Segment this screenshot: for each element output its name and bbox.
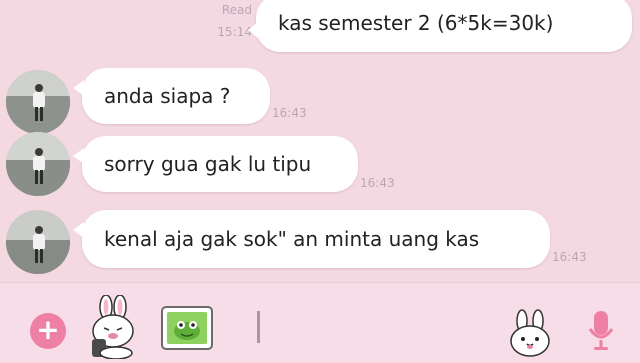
bunny-face-icon[interactable]: [508, 309, 552, 357]
avatar[interactable]: [6, 210, 70, 274]
photo-icon[interactable]: [160, 305, 214, 351]
message-text: anda siapa ?: [104, 84, 231, 108]
message-input[interactable]: [254, 305, 502, 349]
outgoing-message-bubble[interactable]: kas semester 2 (6*5k=30k): [248, 0, 632, 52]
incoming-message-bubble[interactable]: anda siapa ?: [73, 68, 270, 124]
message-text: kenal aja gak sok" an minta uang kas: [104, 227, 480, 251]
message-text: sorry gua gak lu tipu: [104, 152, 312, 176]
chat-area[interactable]: Read 15:14 kas semester 2 (6*5k=30k) and…: [0, 0, 640, 282]
message-text: kas semester 2 (6*5k=30k): [278, 11, 554, 35]
message-time: 16:43: [552, 250, 587, 264]
text-cursor: [257, 311, 260, 343]
avatar-photo: [6, 70, 70, 134]
avatar-photo: [6, 210, 70, 274]
read-receipt: Read: [221, 3, 252, 17]
plus-icon[interactable]: +: [30, 313, 66, 349]
bunny-sticker-icon[interactable]: [86, 294, 142, 360]
message-input-bar: +: [0, 282, 640, 361]
microphone-icon[interactable]: [586, 309, 616, 353]
avatar[interactable]: [6, 70, 70, 134]
avatar-photo: [6, 132, 70, 196]
outgoing-meta: Read 15:14: [208, 2, 252, 40]
message-time: 15:14: [217, 25, 252, 39]
message-time: 16:43: [272, 106, 307, 120]
avatar[interactable]: [6, 132, 70, 196]
incoming-message-bubble[interactable]: kenal aja gak sok" an minta uang kas: [73, 210, 550, 268]
message-time: 16:43: [360, 176, 395, 190]
incoming-message-bubble[interactable]: sorry gua gak lu tipu: [73, 136, 358, 192]
